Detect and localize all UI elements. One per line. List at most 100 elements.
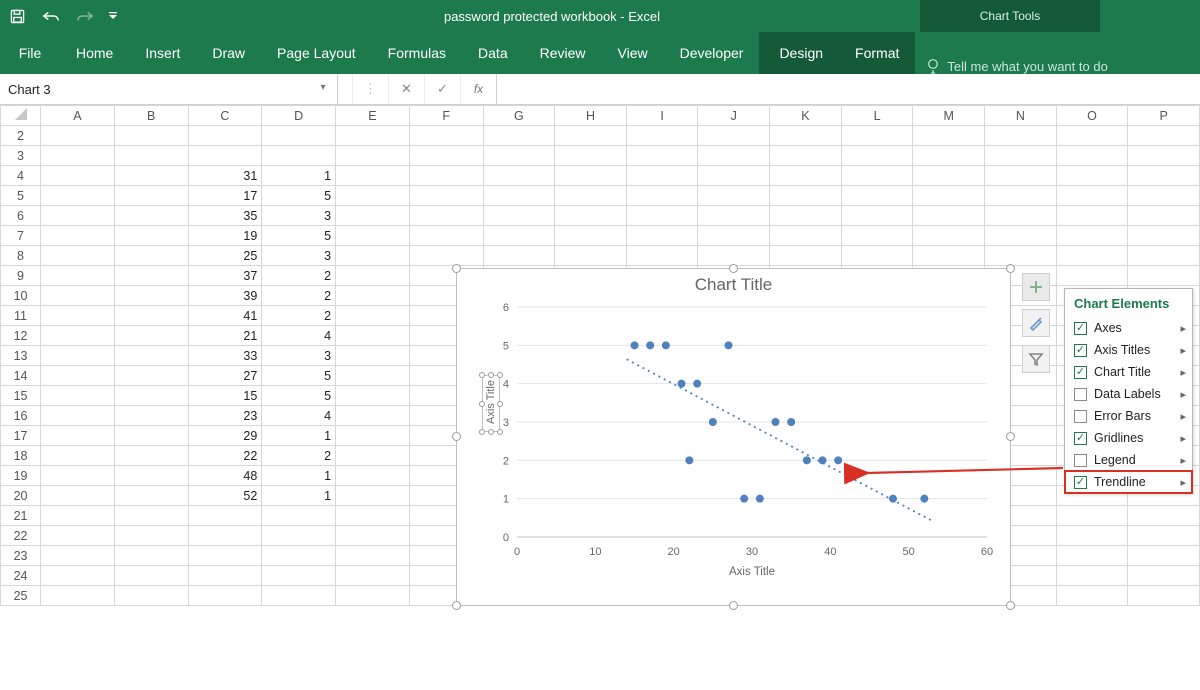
row-header[interactable]: 20: [1, 486, 41, 506]
cell[interactable]: [1056, 166, 1128, 186]
cell[interactable]: [114, 386, 188, 406]
name-box-dropdown-icon[interactable]: ▾: [315, 82, 331, 98]
cell[interactable]: [114, 326, 188, 346]
cell[interactable]: [985, 126, 1057, 146]
row-header[interactable]: 2: [1, 126, 41, 146]
cell[interactable]: [41, 466, 115, 486]
row-header[interactable]: 17: [1, 426, 41, 446]
chart-elements-button[interactable]: [1022, 273, 1050, 301]
cell[interactable]: [841, 186, 913, 206]
cell[interactable]: [336, 346, 410, 366]
cell[interactable]: [841, 146, 913, 166]
cell[interactable]: [114, 246, 188, 266]
cell[interactable]: [555, 166, 627, 186]
cell[interactable]: [483, 186, 555, 206]
cell[interactable]: [1056, 246, 1128, 266]
cell[interactable]: [336, 446, 410, 466]
cell[interactable]: 33: [188, 346, 262, 366]
col-header[interactable]: K: [770, 106, 842, 126]
cell[interactable]: [114, 166, 188, 186]
cell[interactable]: [1128, 206, 1200, 226]
cell[interactable]: [41, 446, 115, 466]
row-header[interactable]: 13: [1, 346, 41, 366]
tab-developer[interactable]: Developer: [664, 32, 760, 74]
cell[interactable]: [626, 146, 698, 166]
cell[interactable]: [985, 246, 1057, 266]
cell[interactable]: [336, 546, 410, 566]
cell[interactable]: [336, 186, 410, 206]
checkbox[interactable]: [1074, 410, 1087, 423]
embedded-chart[interactable]: Chart Title Axis Title 01234560102030405…: [456, 268, 1011, 606]
cell[interactable]: [1128, 586, 1200, 606]
redo-icon[interactable]: [68, 0, 102, 32]
cell[interactable]: [1056, 266, 1128, 286]
cell[interactable]: [913, 186, 985, 206]
cell[interactable]: [336, 166, 410, 186]
save-icon[interactable]: [0, 0, 34, 32]
cell[interactable]: [1128, 526, 1200, 546]
cell[interactable]: [41, 386, 115, 406]
cell[interactable]: [770, 146, 842, 166]
cell[interactable]: [114, 546, 188, 566]
cell[interactable]: 3: [262, 246, 336, 266]
checkbox[interactable]: [1074, 476, 1087, 489]
cell[interactable]: [41, 346, 115, 366]
submenu-arrow-icon[interactable]: ▸: [1180, 322, 1186, 335]
cell[interactable]: [1056, 586, 1128, 606]
cell[interactable]: [913, 246, 985, 266]
cell[interactable]: [409, 246, 483, 266]
checkbox[interactable]: [1074, 322, 1087, 335]
checkbox[interactable]: [1074, 454, 1087, 467]
cell[interactable]: [336, 306, 410, 326]
cell[interactable]: [336, 526, 410, 546]
chart-filters-button[interactable]: [1022, 345, 1050, 373]
submenu-arrow-icon[interactable]: ▸: [1180, 476, 1186, 489]
row-header[interactable]: 8: [1, 246, 41, 266]
cell[interactable]: 39: [188, 286, 262, 306]
cell[interactable]: [409, 166, 483, 186]
cell[interactable]: 15: [188, 386, 262, 406]
col-header[interactable]: A: [41, 106, 115, 126]
col-header[interactable]: C: [188, 106, 262, 126]
cell[interactable]: 3: [262, 206, 336, 226]
cell[interactable]: [483, 166, 555, 186]
cell[interactable]: [114, 186, 188, 206]
tab-format[interactable]: Format: [839, 32, 915, 74]
cell[interactable]: 5: [262, 226, 336, 246]
row-header[interactable]: 22: [1, 526, 41, 546]
col-header[interactable]: L: [841, 106, 913, 126]
cell[interactable]: [114, 506, 188, 526]
fbar-fx-icon[interactable]: fx: [460, 74, 496, 104]
fbar-cancel-icon[interactable]: ✕: [388, 74, 424, 104]
resize-handle[interactable]: [452, 432, 461, 441]
col-header[interactable]: N: [985, 106, 1057, 126]
cell[interactable]: 5: [262, 366, 336, 386]
cell[interactable]: [1056, 126, 1128, 146]
cell[interactable]: [41, 566, 115, 586]
cell[interactable]: [114, 146, 188, 166]
cell[interactable]: 2: [262, 446, 336, 466]
cell[interactable]: [841, 126, 913, 146]
cell[interactable]: [114, 366, 188, 386]
cell[interactable]: 2: [262, 286, 336, 306]
cell[interactable]: 5: [262, 386, 336, 406]
chart-element-item[interactable]: Data Labels▸: [1065, 383, 1192, 405]
chart-element-item[interactable]: Legend▸: [1065, 449, 1192, 471]
cell[interactable]: [770, 126, 842, 146]
cell[interactable]: [1056, 546, 1128, 566]
cell[interactable]: 4: [262, 406, 336, 426]
cell[interactable]: [114, 206, 188, 226]
chart-title[interactable]: Chart Title: [457, 269, 1010, 297]
cell[interactable]: 31: [188, 166, 262, 186]
cell[interactable]: [114, 406, 188, 426]
cell[interactable]: [1128, 146, 1200, 166]
tab-page-layout[interactable]: Page Layout: [261, 32, 372, 74]
cell[interactable]: [188, 546, 262, 566]
cell[interactable]: [41, 486, 115, 506]
cell[interactable]: [41, 366, 115, 386]
tab-view[interactable]: View: [602, 32, 664, 74]
cell[interactable]: [555, 126, 627, 146]
undo-icon[interactable]: [34, 0, 68, 32]
cell[interactable]: 52: [188, 486, 262, 506]
tab-insert[interactable]: Insert: [129, 32, 196, 74]
